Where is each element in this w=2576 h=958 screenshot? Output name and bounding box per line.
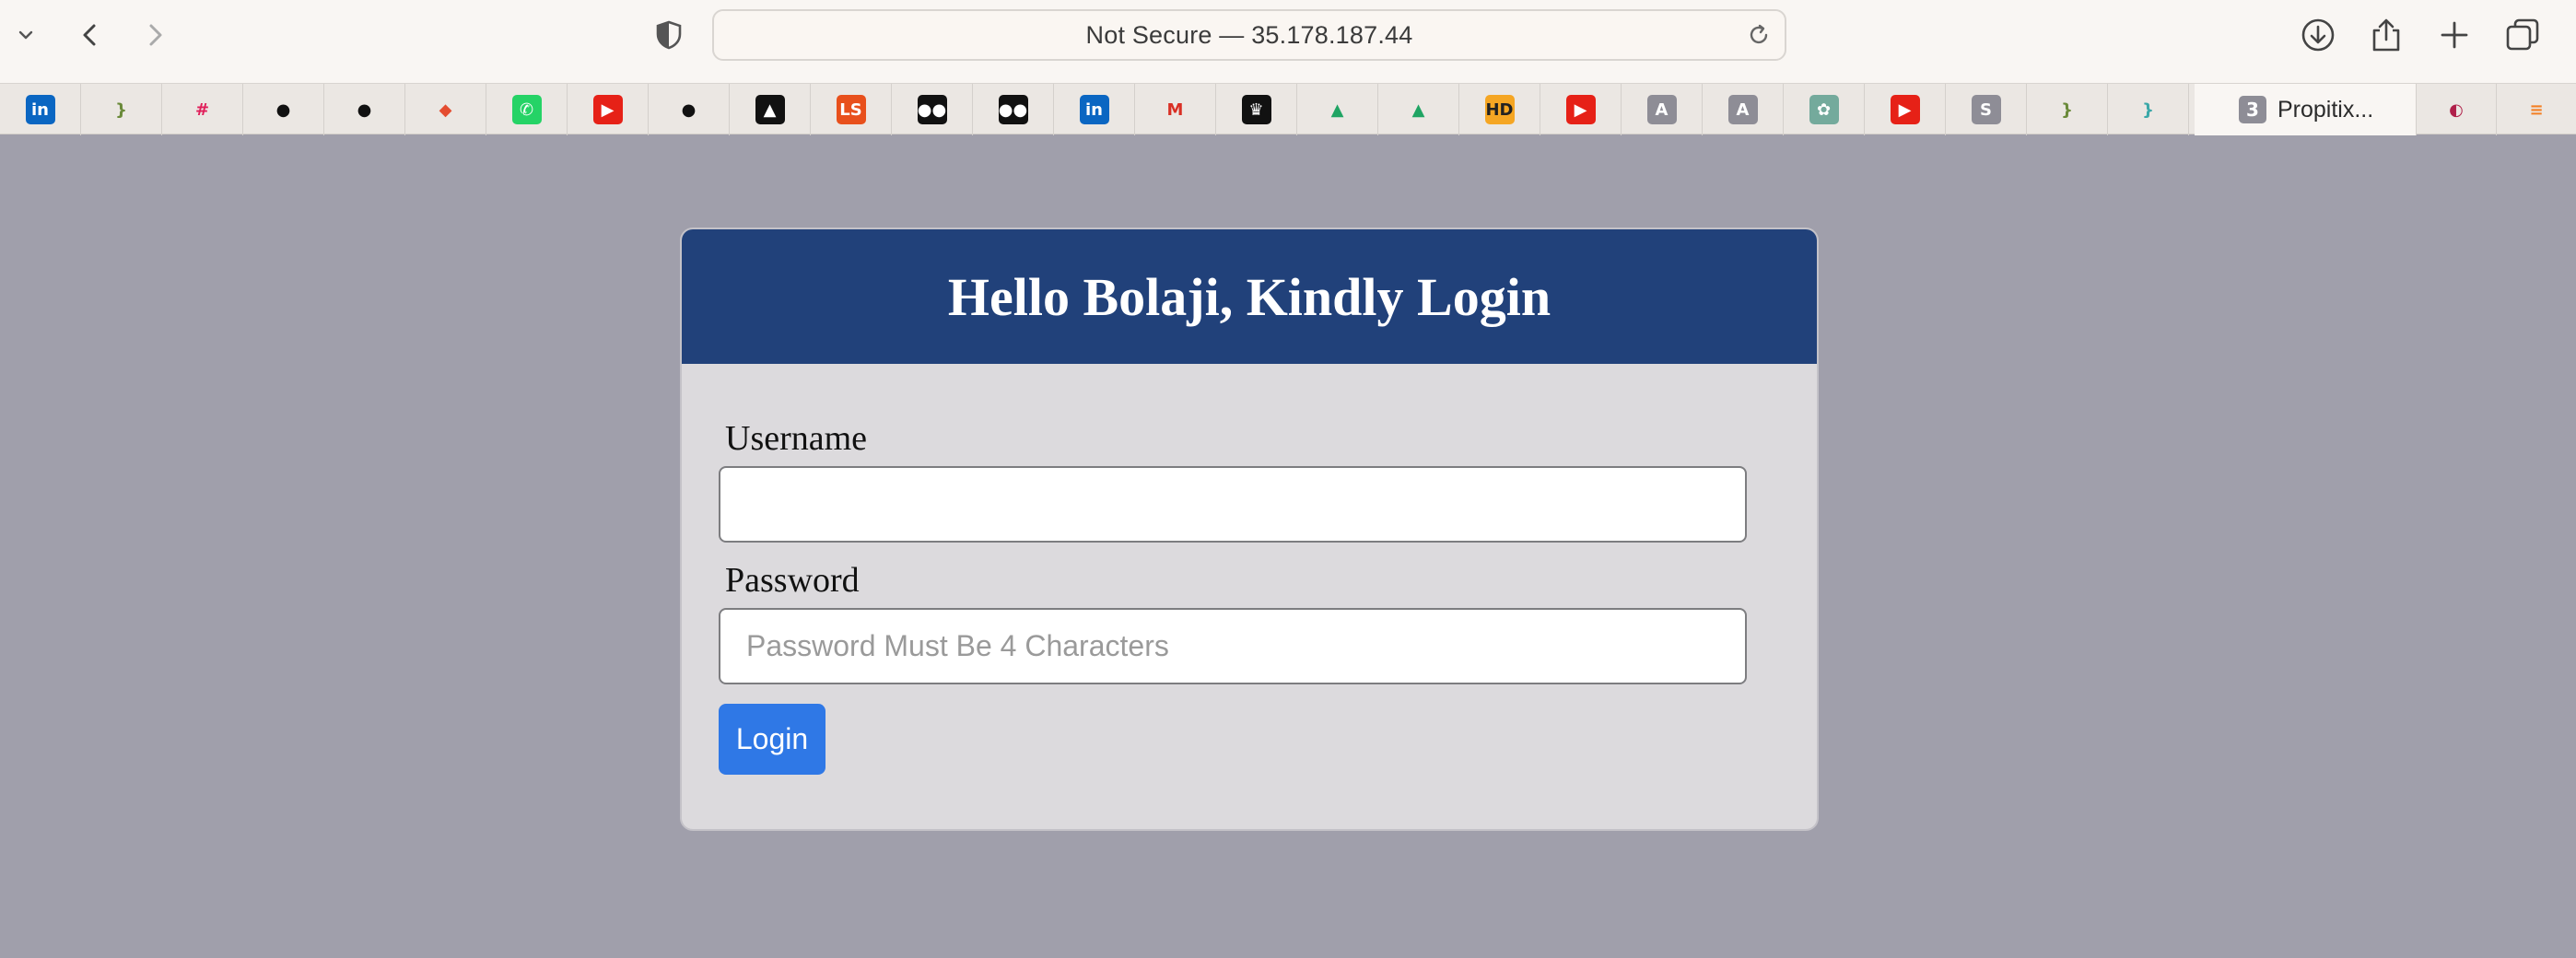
login-header: Hello Bolaji, Kindly Login [682, 229, 1817, 364]
youtube-icon: ▶ [592, 95, 623, 124]
youtube-icon: ▶ [1565, 95, 1596, 124]
browser-toolbar: Not Secure — 35.178.187.44 [0, 0, 2576, 83]
tab-slack[interactable]: # [162, 84, 243, 135]
tab-brackets[interactable]: } [2108, 84, 2189, 135]
google-drive-icon: ▲ [1411, 99, 1425, 120]
tab-a-letter[interactable]: A [1622, 84, 1703, 135]
new-tab-icon[interactable] [2436, 17, 2473, 53]
medium-icon: ●● [998, 95, 1028, 124]
tab-gmail[interactable]: M [1135, 84, 1216, 135]
app-icon: ◐ [2449, 99, 2464, 120]
username-input[interactable] [719, 466, 1747, 543]
hd-icon: HD [1484, 95, 1515, 124]
linkedin-icon: in [25, 95, 55, 124]
login-title: Hello Bolaji, Kindly Login [947, 266, 1551, 327]
github-icon: ● [681, 99, 697, 120]
youtube-icon: ▶ [1890, 95, 1920, 124]
a-letter-icon: A [1646, 95, 1677, 124]
ls-icon: LS [836, 95, 866, 124]
chevron-down-icon[interactable] [7, 17, 44, 53]
tab-medium[interactable]: ●● [892, 84, 973, 135]
tab-linkedin[interactable]: in [0, 84, 81, 135]
tab-overview-icon[interactable] [2504, 17, 2541, 53]
address-text: Not Secure — 35.178.187.44 [1085, 20, 1413, 49]
reload-icon[interactable] [1746, 22, 1772, 48]
back-icon[interactable] [72, 17, 109, 53]
brackets-icon: } [115, 99, 127, 120]
password-input[interactable] [719, 608, 1747, 684]
tab-mountain[interactable]: ▲ [730, 84, 811, 135]
tab-label: Propitix... [2277, 96, 2374, 123]
username-label: Username [725, 419, 868, 458]
git-icon: ◆ [439, 99, 452, 120]
tab-a-letter[interactable]: A [1703, 84, 1784, 135]
brackets-icon: } [2061, 99, 2073, 120]
crown-icon: ♛ [1241, 95, 1271, 124]
gmail-icon: M [1166, 99, 1184, 120]
github-icon: ● [275, 99, 291, 120]
s-letter-icon: S [1971, 95, 2001, 124]
tab-git[interactable]: ◆ [405, 84, 486, 135]
tab-strip: in} # ● ● ◆ ✆ ▶ ● ▲ LS ●● ●● in M ♛ ▲ ▲ HD ▶ A A ✿ ▶ S}} 3 Prop… [0, 83, 2576, 135]
tab-badge: 3 [2239, 96, 2266, 123]
tab-app[interactable]: ◐ [2416, 84, 2497, 135]
tab-medium[interactable]: ●● [973, 84, 1054, 135]
medium-icon: ●● [917, 95, 947, 124]
login-button[interactable]: Login [719, 704, 825, 775]
tab-linkedin[interactable]: in [1054, 84, 1135, 135]
tab-github[interactable]: ● [324, 84, 405, 135]
forward-icon[interactable] [136, 17, 173, 53]
brackets-icon: } [2142, 99, 2154, 120]
a-letter-icon: A [1727, 95, 1758, 124]
shield-icon[interactable] [650, 17, 687, 53]
slack-icon: # [194, 99, 210, 120]
share-icon[interactable] [2368, 17, 2405, 53]
tab-google-drive[interactable]: ▲ [1378, 84, 1459, 135]
tab-whatsapp[interactable]: ✆ [486, 84, 568, 135]
tab-youtube[interactable]: ▶ [1865, 84, 1946, 135]
tab-ls[interactable]: LS [811, 84, 892, 135]
tab-hd[interactable]: HD [1459, 84, 1540, 135]
mountain-icon: ▲ [755, 95, 785, 124]
tab-stackoverflow[interactable]: ≡ [2496, 84, 2576, 135]
tab-brackets[interactable]: } [2027, 84, 2108, 135]
linkedin-icon: in [1079, 95, 1109, 124]
stackoverflow-icon: ≡ [2529, 99, 2544, 120]
tab-brackets[interactable]: } [81, 84, 162, 135]
tab-github[interactable]: ● [243, 84, 324, 135]
whatsapp-icon: ✆ [511, 95, 542, 124]
tab-crown[interactable]: ♛ [1216, 84, 1297, 135]
tab-youtube[interactable]: ▶ [1540, 84, 1622, 135]
google-drive-icon: ▲ [1330, 99, 1344, 120]
tab-github[interactable]: ● [649, 84, 730, 135]
login-card: Hello Bolaji, Kindly Login Username Pass… [680, 228, 1819, 831]
tab-propitix[interactable]: 3 Propitix... [2195, 84, 2416, 135]
downloads-icon[interactable] [2300, 17, 2336, 53]
tab-google-drive[interactable]: ▲ [1297, 84, 1378, 135]
github-icon: ● [357, 99, 372, 120]
address-bar[interactable]: Not Secure — 35.178.187.44 [712, 9, 1786, 61]
tab-s-letter[interactable]: S [1946, 84, 2027, 135]
chatgpt-icon: ✿ [1809, 95, 1839, 124]
tab-chatgpt[interactable]: ✿ [1784, 84, 1865, 135]
tab-youtube[interactable]: ▶ [568, 84, 649, 135]
password-label: Password [725, 561, 860, 600]
